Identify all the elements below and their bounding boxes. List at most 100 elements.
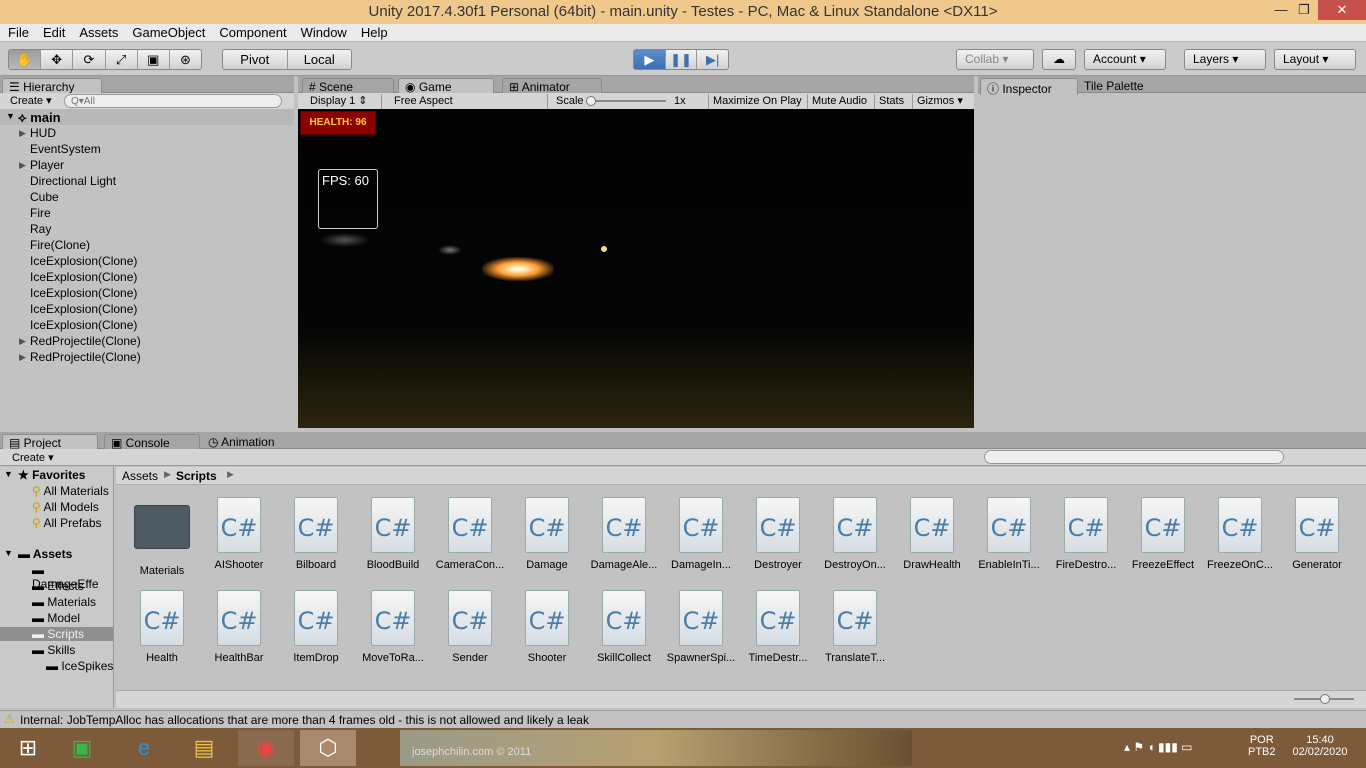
scale-tool-icon[interactable]: ⤢ — [106, 50, 138, 69]
script-asset[interactable]: C# DestroyOn... — [818, 497, 892, 571]
start-icon[interactable]: ⊞ — [0, 730, 56, 766]
maximize-on-play-toggle[interactable]: Maximize On Play — [708, 94, 806, 109]
folder-item[interactable]: ▬ Model — [0, 611, 113, 625]
folder-item[interactable]: ▬ IceSpikes — [46, 659, 114, 673]
step-button[interactable]: ▶| — [697, 50, 728, 69]
menu-window[interactable]: Window — [293, 24, 353, 40]
menu-help[interactable]: Help — [353, 24, 394, 40]
tab-console[interactable]: ▣ Console — [104, 434, 200, 450]
scene-expand-arrow[interactable]: ▼ — [6, 111, 15, 121]
script-asset[interactable]: C# ItemDrop — [279, 590, 353, 664]
script-asset[interactable]: C# Shooter — [510, 590, 584, 664]
stats-toggle[interactable]: Stats — [874, 94, 908, 109]
gizmos-dropdown[interactable]: Gizmos ▾ — [912, 94, 967, 109]
maximize-button[interactable]: ❐ — [1291, 0, 1317, 20]
folder-item[interactable]: ▬ Skills — [0, 643, 113, 657]
collab-dropdown[interactable]: Collab ▾ — [956, 49, 1034, 70]
tab-animation[interactable]: ◷ Animation — [202, 434, 302, 450]
hierarchy-item[interactable]: IceExplosion(Clone) — [30, 254, 137, 268]
script-asset[interactable]: C# FireDestro... — [1049, 497, 1123, 571]
status-bar[interactable]: ⚠ Internal: JobTempAlloc has allocations… — [0, 710, 1366, 728]
expand-arrow-icon[interactable]: ▶ — [19, 336, 26, 347]
script-asset[interactable]: C# Bilboard — [279, 497, 353, 571]
folder-item[interactable]: ▬ Effects — [0, 579, 113, 593]
folder-item[interactable]: ▬ Materials — [0, 595, 113, 609]
folder-item[interactable]: ▬ Scripts — [0, 627, 113, 641]
close-button[interactable]: ✕ — [1318, 0, 1366, 20]
script-asset[interactable]: C# HealthBar — [202, 590, 276, 664]
script-asset[interactable]: C# SkillCollect — [587, 590, 661, 664]
tab-animator[interactable]: ⊞ Animator — [502, 78, 602, 94]
hierarchy-item[interactable]: RedProjectile(Clone) — [30, 334, 141, 348]
aspect-dropdown[interactable]: Free Aspect — [390, 94, 548, 109]
script-asset[interactable]: C# Destroyer — [741, 497, 815, 571]
favorites-header[interactable]: ★ Favorites — [18, 468, 85, 482]
script-asset[interactable]: C# EnableInTi... — [972, 497, 1046, 571]
scene-header[interactable]: ⟡ main ▼ — [0, 109, 294, 125]
breadcrumb-assets[interactable]: Assets — [122, 469, 158, 483]
script-asset[interactable]: C# DamageIn... — [664, 497, 738, 571]
local-button[interactable]: Local — [288, 50, 352, 69]
favorites-arrow-icon[interactable]: ▼ — [4, 469, 13, 479]
internet-explorer-icon[interactable]: e — [116, 730, 172, 766]
cloud-icon[interactable]: ☁ — [1042, 49, 1076, 70]
menu-edit[interactable]: Edit — [35, 24, 71, 40]
expand-arrow-icon[interactable]: ▶ — [19, 128, 26, 139]
favorite-item[interactable]: ⚲ All Materials — [32, 484, 109, 498]
layout-dropdown[interactable]: Layout ▾ — [1274, 49, 1356, 70]
hand-tool-icon[interactable]: ✋ — [9, 50, 42, 69]
script-asset[interactable]: C# FreezeEffect — [1126, 497, 1200, 571]
script-asset[interactable]: C# TranslateT... — [818, 590, 892, 664]
move-tool-icon[interactable]: ✥ — [41, 50, 74, 69]
favorite-item[interactable]: ⚲ All Models — [32, 500, 99, 514]
unity-icon[interactable]: ⬡ — [300, 730, 356, 766]
menu-assets[interactable]: Assets — [71, 24, 124, 40]
scale-slider[interactable] — [586, 96, 666, 106]
script-asset[interactable]: C# Damage — [510, 497, 584, 571]
menu-gameobject[interactable]: GameObject — [124, 24, 211, 40]
hierarchy-create-button[interactable]: Create ▾ — [6, 94, 56, 109]
rotate-tool-icon[interactable]: ⟳ — [73, 50, 106, 69]
script-asset[interactable]: C# DrawHealth — [895, 497, 969, 571]
hierarchy-item[interactable]: RedProjectile(Clone) — [30, 350, 141, 364]
tab-tile-palette[interactable]: Tile Palette — [1078, 78, 1168, 94]
hierarchy-item[interactable]: IceExplosion(Clone) — [30, 270, 137, 284]
tray-icons[interactable]: ▴ ⚑ ◖ ▮▮▮ ▭ — [1124, 740, 1193, 754]
icon-size-slider[interactable] — [1294, 694, 1354, 704]
script-asset[interactable]: C# BloodBuild — [356, 497, 430, 571]
expand-arrow-icon[interactable]: ▶ — [19, 160, 26, 171]
script-asset[interactable]: C# AIShooter — [202, 497, 276, 571]
mute-audio-toggle[interactable]: Mute Audio — [807, 94, 871, 109]
tab-scene[interactable]: # Scene — [302, 78, 394, 94]
assets-root[interactable]: ▬ Assets — [18, 547, 72, 561]
store-icon[interactable]: ▣ — [54, 730, 110, 766]
play-button[interactable]: ▶ — [634, 50, 666, 69]
script-asset[interactable]: C# MoveToRa... — [356, 590, 430, 664]
hierarchy-item[interactable]: Player — [30, 158, 64, 172]
script-asset[interactable]: C# Health — [125, 590, 199, 664]
tab-inspector[interactable]: ⓘ Inspector — [980, 78, 1078, 96]
pause-button[interactable]: ❚❚ — [666, 50, 698, 69]
pivot-button[interactable]: Pivot — [223, 50, 288, 69]
hierarchy-item[interactable]: Ray — [30, 222, 51, 236]
hierarchy-search-input[interactable] — [64, 94, 282, 108]
menu-component[interactable]: Component — [211, 24, 292, 40]
transform-tool-icon[interactable]: ⊛ — [170, 50, 201, 69]
script-asset[interactable]: C# TimeDestr... — [741, 590, 815, 664]
display-dropdown[interactable]: Display 1 ⇕ — [306, 94, 382, 109]
file-explorer-icon[interactable]: ▤ — [176, 730, 232, 766]
menu-file[interactable]: File — [0, 24, 35, 40]
project-create-button[interactable]: Create ▾ — [8, 451, 58, 466]
favorite-item[interactable]: ⚲ All Prefabs — [32, 516, 102, 530]
hierarchy-item[interactable]: IceExplosion(Clone) — [30, 318, 137, 332]
expand-arrow-icon[interactable]: ▶ — [19, 352, 26, 363]
account-dropdown[interactable]: Account ▾ — [1084, 49, 1166, 70]
hierarchy-item[interactable]: Cube — [30, 190, 59, 204]
scale-slider-thumb[interactable] — [586, 96, 596, 106]
clock[interactable]: 15:40 02/02/2020 — [1288, 734, 1352, 758]
script-asset[interactable]: C# Sender — [433, 590, 507, 664]
hierarchy-item[interactable]: Fire(Clone) — [30, 238, 90, 252]
rect-tool-icon[interactable]: ▣ — [138, 50, 170, 69]
layers-dropdown[interactable]: Layers ▾ — [1184, 49, 1266, 70]
hierarchy-item[interactable]: HUD — [30, 126, 56, 140]
